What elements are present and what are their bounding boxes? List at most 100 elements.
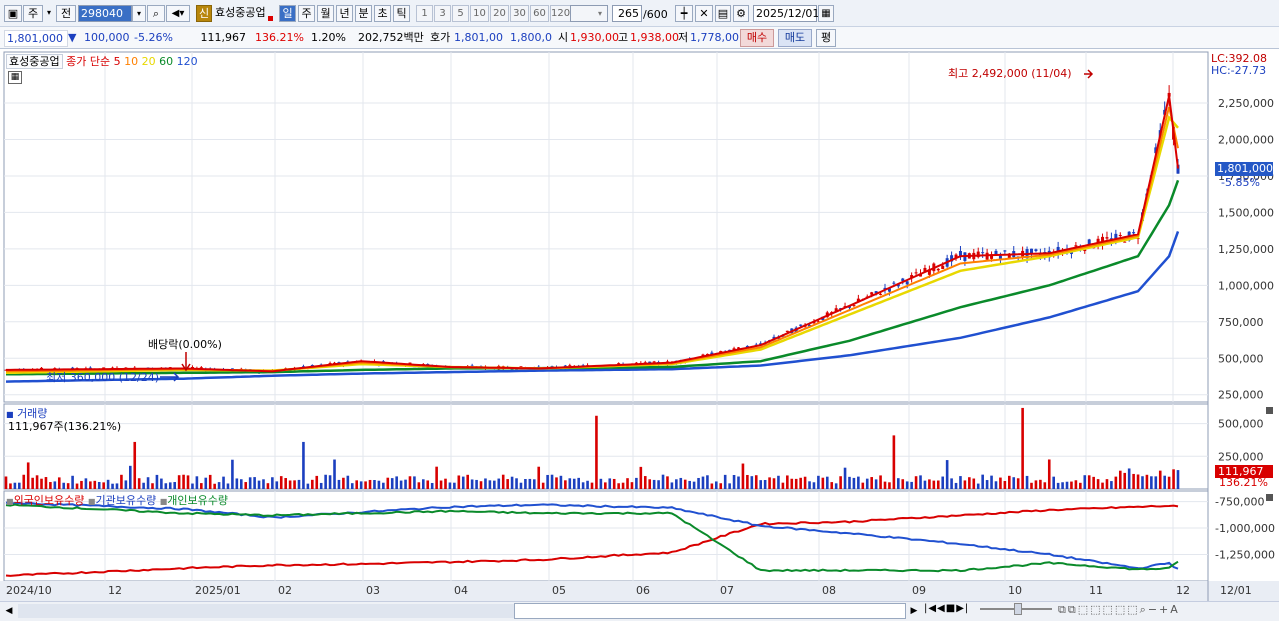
volume-bar [825, 476, 829, 489]
new-badge[interactable]: 신 [196, 5, 212, 22]
volume-bar [506, 479, 509, 489]
volume-bar [35, 475, 39, 489]
timeframe-4-button[interactable]: 분 [355, 5, 372, 22]
holdings-panel-close-icon[interactable] [1266, 494, 1273, 501]
volume-bar [1154, 476, 1158, 489]
save-icon[interactable]: ▤ [715, 5, 731, 22]
interval-7-button[interactable]: 120 [550, 5, 571, 22]
volume-bar [1127, 468, 1131, 489]
volume-bar [741, 463, 745, 489]
volume-bar [763, 479, 767, 489]
interval-5-button[interactable]: 30 [510, 5, 529, 22]
volume-bar [293, 480, 296, 489]
interval-custom-select[interactable] [570, 5, 608, 22]
timeframe-3-button[interactable]: 년 [336, 5, 353, 22]
x-axis-label: 10 [1008, 584, 1022, 597]
count-input[interactable]: 265 [612, 5, 642, 22]
volume-bar [528, 478, 532, 489]
code-input[interactable]: 298040 [78, 5, 132, 22]
timeframe-2-button[interactable]: 월 [317, 5, 334, 22]
volume-bar [31, 477, 34, 489]
interval-0-button[interactable]: 1 [416, 5, 433, 22]
volume-bar [936, 480, 940, 489]
chevron-down-icon[interactable]: ▾ [132, 5, 146, 22]
sell-button[interactable]: 매도 [778, 29, 812, 47]
individual-holdings-label[interactable]: 개인보유수량 [167, 494, 228, 507]
candle-body [799, 324, 803, 326]
volume-bar [541, 482, 545, 489]
ma-20-label[interactable]: 20 [142, 55, 156, 68]
institution-holdings-label[interactable]: 기관보유수량 [95, 494, 156, 507]
chevron-down-icon[interactable]: ▾ [45, 5, 53, 22]
interval-2-button[interactable]: 5 [452, 5, 469, 22]
scroll-right-icon[interactable]: ▶ [908, 604, 920, 618]
ma-120-label[interactable]: 120 [177, 55, 198, 68]
volume-bar [754, 475, 758, 489]
buy-button[interactable]: 매수 [740, 29, 774, 47]
volume-bar [359, 481, 363, 489]
window-icon[interactable]: ▣ [4, 5, 22, 22]
table-icon[interactable]: ▦ [8, 71, 22, 84]
foreign-holdings-label[interactable]: 외국인보유수량 [14, 494, 85, 507]
crosshair-icon[interactable]: ✕ [695, 5, 713, 22]
period-select[interactable]: 주 [23, 5, 43, 22]
volume-bar [794, 478, 798, 489]
volume-bar [550, 474, 554, 489]
interval-6-button[interactable]: 60 [530, 5, 549, 22]
volume-bar [817, 475, 820, 489]
volume-bar [723, 474, 727, 489]
timeframe-0-button[interactable]: 일 [279, 5, 296, 22]
scroll-left-icon[interactable]: ◀ [2, 604, 16, 618]
speaker-icon[interactable]: ◀▾ [166, 5, 190, 22]
zoom-slider-handle[interactable] [1014, 603, 1022, 615]
volume-bar [453, 482, 456, 489]
volume-bar [923, 480, 927, 489]
ma-10-label[interactable]: 10 [124, 55, 138, 68]
eval-button[interactable]: 평 [816, 29, 836, 47]
gear-icon[interactable]: ⚙ [733, 5, 749, 22]
volume-bar [910, 481, 913, 489]
volume-bar [843, 467, 847, 489]
volume-bar [719, 483, 723, 489]
volume-bar [9, 483, 12, 489]
ma-60-label[interactable]: 60 [159, 55, 173, 68]
volume-bar [879, 475, 882, 489]
timeframe-1-button[interactable]: 주 [298, 5, 315, 22]
timeframe-5-button[interactable]: 초 [374, 5, 391, 22]
volume-bar [244, 482, 248, 489]
all-select[interactable]: 전 [56, 5, 76, 22]
scroll-track[interactable] [18, 604, 514, 618]
volume-bar [373, 480, 376, 489]
volume-bar [1039, 479, 1042, 489]
volume-bar [430, 482, 434, 489]
ma-price-label[interactable]: 종가 단순 [66, 55, 110, 68]
ma-5-label[interactable]: 5 [114, 55, 121, 68]
volume-bar [279, 476, 283, 489]
timeframe-6-button[interactable]: 틱 [393, 5, 410, 22]
volume-bar [111, 483, 114, 489]
candle-icon[interactable]: ┿ [675, 5, 693, 22]
search-icon[interactable]: ⌕ [147, 5, 165, 22]
down-arrow-icon: ▼ [68, 31, 77, 44]
scroll-thumb[interactable] [514, 603, 906, 619]
chart-stock-name[interactable]: 효성중공업 [6, 54, 63, 69]
volume-panel-close-icon[interactable] [1266, 407, 1273, 414]
interval-1-button[interactable]: 3 [434, 5, 451, 22]
volume-bar [1052, 476, 1055, 489]
playback-controls[interactable]: |◀◀■▶| [924, 603, 969, 614]
tool-icons[interactable]: ⧉⧉⬚⬚⬚⬚⬚⌕−+A [1058, 603, 1180, 617]
volume-bar [604, 482, 607, 489]
stock-flag-icon [268, 16, 273, 21]
volume-bar [1172, 469, 1175, 489]
date-input[interactable]: 2025/12/01 [753, 5, 819, 22]
y-tick-label: 1,000,000 [1218, 279, 1274, 292]
interval-3-button[interactable]: 10 [470, 5, 489, 22]
volume-bar [737, 476, 740, 489]
volume-bar [151, 483, 154, 489]
candle-body [914, 272, 918, 274]
volume-bar [728, 483, 731, 489]
calendar-icon[interactable]: ▦ [818, 5, 834, 22]
volume-bar [102, 482, 105, 489]
volume-bar [515, 478, 518, 489]
interval-4-button[interactable]: 20 [490, 5, 509, 22]
